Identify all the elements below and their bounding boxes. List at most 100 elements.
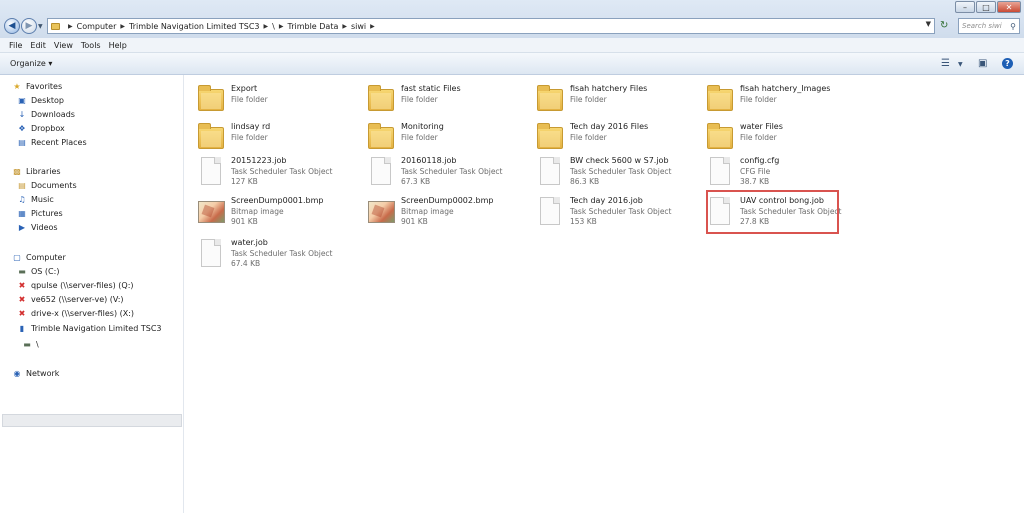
network-drive-disconnected-icon: ✖ [18,281,26,290]
file-size: 901 KB [231,217,258,226]
nav-desktop[interactable]: ▣ Desktop [17,96,64,105]
folder-item[interactable]: Export File folder [184,79,349,113]
network-drive-disconnected-icon: ✖ [18,309,26,318]
nav-qpulse-drive[interactable]: ✖ qpulse (\\server-files) (Q:) [17,281,134,290]
folder-item[interactable]: fast static Files File folder [354,79,519,113]
nav-trimble-device[interactable]: ▮ Trimble Navigation Limited TSC3 [17,324,162,333]
menu-tools[interactable]: Tools [77,41,105,50]
folder-item[interactable]: Tech day 2016 Files File folder [523,117,688,151]
menu-help[interactable]: Help [105,41,131,50]
maximize-button[interactable]: □ [976,1,996,13]
breadcrumb-trimble-data[interactable]: Trimble Data [287,22,338,31]
chevron-right-icon[interactable]: ▶ [370,23,375,30]
nav-documents[interactable]: ▤ Documents [17,181,76,190]
chevron-right-icon[interactable]: ▶ [68,23,73,30]
nav-music[interactable]: ♫ Music [17,195,53,204]
file-size: 67.3 KB [401,177,431,186]
nav-root-folder[interactable]: ▬ \ [22,340,38,349]
network-drive-disconnected-icon: ✖ [18,295,26,304]
breadcrumb-root[interactable]: \ [272,22,275,31]
nav-drivex-drive[interactable]: ✖ drive-x (\\server-files) (X:) [17,309,134,318]
menu-edit[interactable]: Edit [26,41,50,50]
folder-item[interactable]: Monitoring File folder [354,117,519,151]
nav-downloads[interactable]: ↓ Downloads [17,110,75,119]
change-view-icon[interactable]: ☰ [941,58,950,69]
nav-recent-places[interactable]: ▤ Recent Places [17,138,86,147]
file-item[interactable]: BW check 5600 w S7.job Task Scheduler Ta… [523,151,688,186]
preview-pane-icon[interactable]: ▣ [978,58,987,69]
menu-file[interactable]: File [0,41,26,50]
breadcrumb-siwi[interactable]: siwi [351,22,366,31]
file-name: water Files [740,122,783,131]
chevron-right-icon[interactable]: ▶ [120,23,125,30]
address-bar[interactable]: ▶ Computer ▶ Trimble Navigation Limited … [47,18,935,34]
file-item[interactable]: ScreenDump0002.bmp Bitmap image 901 KB [354,191,519,226]
nav-pictures[interactable]: ▦ Pictures [17,209,63,218]
file-name: fisah hatchery_Images [740,84,831,93]
file-item[interactable]: ScreenDump0001.bmp Bitmap image 901 KB [184,191,349,226]
chevron-right-icon[interactable]: ▶ [342,23,347,30]
recent-pages-dropdown-icon[interactable]: ▼ [38,23,43,30]
close-button[interactable]: ✕ [997,1,1021,13]
refresh-icon[interactable]: ↻ [940,20,948,31]
file-name: 20151223.job [231,156,287,165]
folder-item[interactable]: fisah hatchery_Images File folder [693,79,858,113]
forward-arrow-icon: ▶ [25,21,33,31]
nav-libraries[interactable]: ▩ Libraries [12,167,61,176]
red-highlight-box [706,190,839,234]
help-button[interactable]: ? [1002,58,1013,69]
nav-dropbox[interactable]: ❖ Dropbox [17,124,64,133]
back-button[interactable]: ◀ [4,18,20,34]
nav-network[interactable]: ◉ Network [12,369,60,378]
bitmap-thumbnail-icon [198,201,225,223]
file-item[interactable]: 20151223.job Task Scheduler Task Object … [184,151,349,186]
file-size: 38.7 KB [740,177,770,186]
nav-favorites[interactable]: ★ Favorites [12,82,62,91]
breadcrumb-trimble[interactable]: Trimble Navigation Limited TSC3 [129,22,260,31]
menu-bar: File Edit View Tools Help [0,38,1024,53]
file-list: Export File folder fast static Files Fil… [184,75,1024,513]
nav-ve652-drive[interactable]: ✖ ve652 (\\server-ve) (V:) [17,295,124,304]
search-input[interactable]: Search siwi ⚲ [958,18,1020,34]
drive-icon: ▬ [18,267,26,276]
address-dropdown-icon[interactable]: ▼ [926,20,931,28]
file-name: BW check 5600 w S7.job [570,156,669,165]
file-type: File folder [401,95,438,104]
file-type: File folder [231,95,268,104]
folder-item[interactable]: water Files File folder [693,117,858,151]
file-item[interactable]: config.cfg CFG File 38.7 KB [693,151,858,186]
file-type: Bitmap image [231,207,284,216]
chevron-right-icon[interactable]: ▶ [279,23,284,30]
nav-label: drive-x (\\server-files) (X:) [31,309,135,318]
organize-button[interactable]: Organize ▾ [10,59,52,68]
breadcrumb-computer[interactable]: Computer [77,22,117,31]
forward-button[interactable]: ▶ [21,18,37,34]
file-item[interactable]: water.job Task Scheduler Task Object 67.… [184,233,349,268]
nav-label: ve652 (\\server-ve) (V:) [31,295,124,304]
file-name: 20160118.job [401,156,457,165]
nav-label: Pictures [31,209,63,218]
minimize-button[interactable]: – [955,1,975,13]
menu-view[interactable]: View [50,41,77,50]
file-name: lindsay rd [231,122,271,131]
pictures-icon: ▦ [18,209,26,218]
file-type: CFG File [740,167,771,176]
nav-label: Libraries [26,167,61,176]
folder-item[interactable]: lindsay rd File folder [184,117,349,151]
nav-os-drive[interactable]: ▬ OS (C:) [17,267,59,276]
file-item[interactable]: 20160118.job Task Scheduler Task Object … [354,151,519,186]
folder-item[interactable]: fisah hatchery Files File folder [523,79,688,113]
file-item[interactable]: Tech day 2016.job Task Scheduler Task Ob… [523,191,688,226]
chevron-right-icon[interactable]: ▶ [264,23,269,30]
search-placeholder: Search siwi [962,22,1002,30]
nav-selection-highlight [2,414,182,427]
nav-computer[interactable]: ▢ Computer [12,253,66,262]
device-icon: ▮ [19,324,25,333]
job-file-icon [371,157,391,185]
file-name: ScreenDump0002.bmp [401,196,494,205]
nav-videos[interactable]: ▶ Videos [17,223,58,232]
view-dropdown-icon[interactable]: ▼ [958,61,963,68]
job-file-icon [540,197,560,225]
file-type: File folder [740,133,777,142]
file-name: fisah hatchery Files [570,84,648,93]
